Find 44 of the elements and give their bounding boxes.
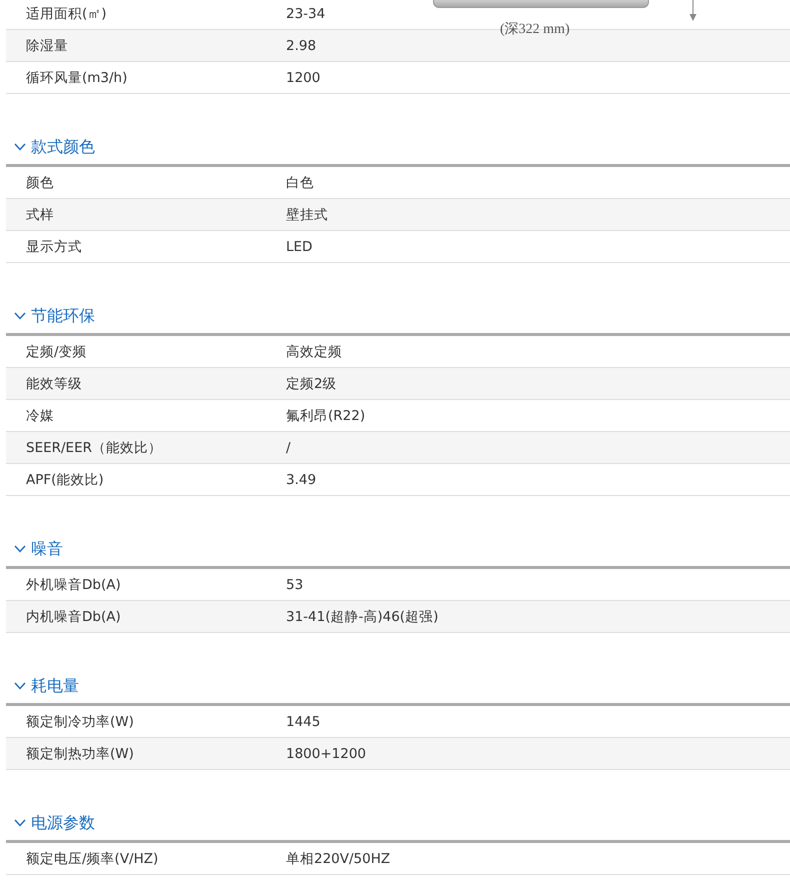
spec-value: 3.49 — [286, 472, 316, 488]
spec-value: 1800+1200 — [286, 746, 366, 762]
spec-label: 循环风量(m3/h) — [25, 68, 128, 86]
chevron-icon[interactable] — [14, 312, 26, 320]
section-title: 耗电量 — [31, 676, 79, 696]
chevron-icon[interactable] — [14, 819, 26, 827]
spec-label: 式样 — [25, 206, 55, 224]
spec-value: 1200 — [286, 70, 320, 86]
spec-value: / — [286, 440, 291, 456]
spec-label: 额定制冷功率(W) — [25, 712, 135, 730]
spec-label: 冷媒 — [25, 406, 55, 424]
chevron-icon[interactable] — [14, 143, 26, 151]
spec-value: 白色 — [286, 174, 314, 192]
spec-label: 显示方式 — [25, 238, 83, 256]
spec-label: 颜色 — [25, 174, 55, 192]
spec-label: 外机噪音Db(A) — [25, 576, 122, 594]
spec-value: 23-34 — [286, 6, 326, 22]
spec-value: 壁挂式 — [286, 206, 328, 224]
spec-label: 内机噪音Db(A) — [25, 608, 122, 626]
spec-value: 高效定频 — [286, 342, 342, 360]
chevron-icon[interactable] — [14, 545, 26, 553]
dimension-arrow-icon — [689, 0, 697, 21]
chevron-icon[interactable] — [14, 682, 26, 690]
spec-label: 定频/变频 — [25, 342, 88, 360]
section-title: 噪音 — [31, 538, 63, 560]
spec-label: 除湿量 — [25, 36, 69, 54]
spec-value: 1445 — [286, 714, 320, 730]
spec-label: APF(能效比) — [25, 470, 105, 488]
spec-value: 定频2级 — [286, 374, 337, 392]
spec-value: 单相220V/50HZ — [286, 850, 390, 868]
spec-label: 额定电压/频率(V/HZ) — [25, 850, 160, 868]
spec-value: 31-41(超静-高)46(超强) — [286, 608, 438, 626]
depth-caption: (深322 mm) — [500, 21, 570, 38]
spec-value: 氟利昂(R22) — [286, 406, 366, 424]
spec-label: 额定制热功率(W) — [25, 744, 135, 762]
spec-value: 2.98 — [286, 38, 316, 54]
spec-label: 能效等级 — [25, 374, 83, 392]
spec-value: LED — [286, 238, 312, 254]
spec-label: SEER/EER（能效比） — [25, 438, 163, 456]
section-title: 款式颜色 — [31, 136, 95, 158]
spec-value: 53 — [286, 576, 304, 592]
section-title: 节能环保 — [31, 306, 95, 326]
section-title: 电源参数 — [31, 812, 95, 834]
spec-label: 适用面积(㎡) — [25, 4, 108, 22]
